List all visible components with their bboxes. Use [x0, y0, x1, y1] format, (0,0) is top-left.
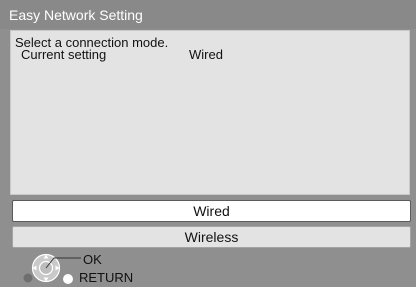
return-button-icon [63, 274, 73, 284]
option-wireless-button[interactable]: Wireless [12, 226, 411, 248]
network-setting-screen: Easy Network Setting Select a connection… [0, 0, 416, 287]
message-panel: Select a connection mode. Current settin… [10, 30, 410, 195]
option-wireless-label: Wireless [184, 229, 239, 245]
option-wired-button[interactable]: Wired [12, 200, 411, 222]
title-bar: Easy Network Setting [0, 0, 416, 29]
option-wired-label: Wired [193, 203, 230, 219]
dot-icon [23, 273, 33, 283]
page-title: Easy Network Setting [9, 7, 143, 23]
guide-ok-label: OK [83, 252, 102, 267]
current-setting-label: Current setting [21, 47, 107, 62]
current-setting-value: Wired [189, 47, 223, 62]
guide-return-label: RETURN [79, 270, 134, 285]
